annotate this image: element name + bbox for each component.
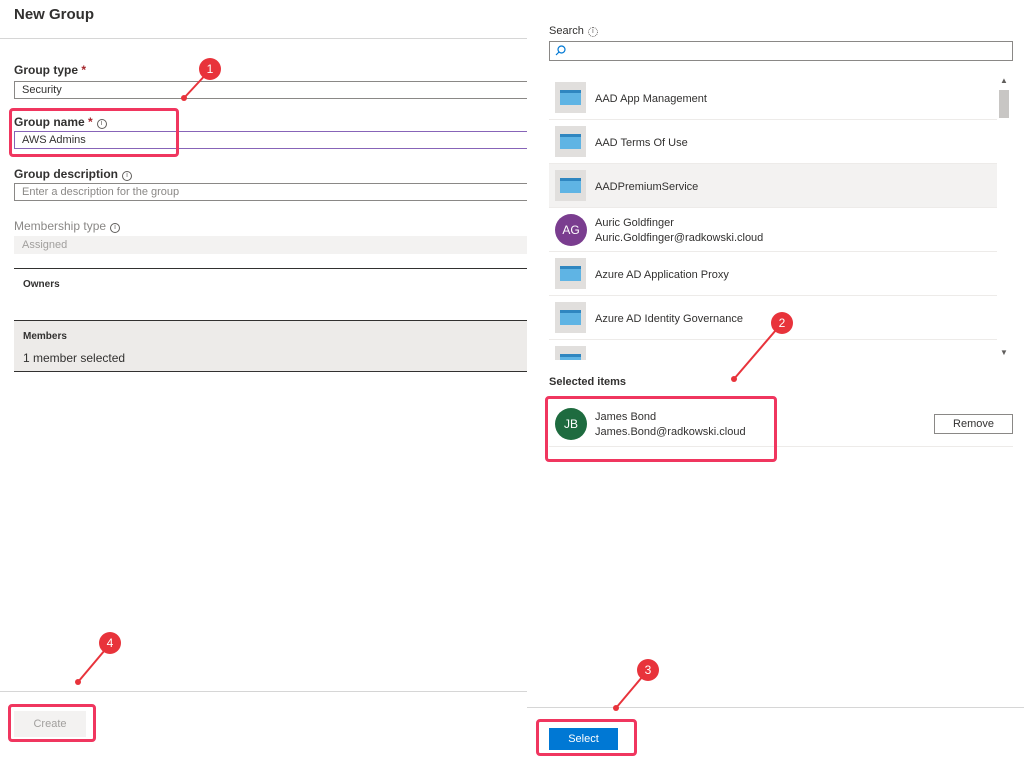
group-type-dropdown[interactable]: Security (14, 81, 528, 99)
info-icon[interactable]: i (587, 27, 598, 37)
app-icon (555, 170, 586, 201)
annotation-box-selected-item (545, 396, 777, 462)
annotation-box-select (536, 719, 637, 756)
search-label-text: Search (549, 25, 584, 37)
group-description-label: Group description i (14, 167, 133, 181)
membership-type-label-text: Membership type (14, 219, 107, 233)
members-title: Members (23, 331, 67, 342)
search-label: Search i (549, 25, 598, 37)
group-description-input[interactable]: Enter a description for the group (14, 183, 528, 201)
annotation-dot (613, 705, 619, 711)
group-description-label-text: Group description (14, 167, 119, 181)
annotation-box-create (8, 704, 96, 742)
app-icon (555, 82, 586, 113)
annotation-dot (75, 679, 81, 685)
remove-button[interactable]: Remove (934, 414, 1013, 434)
search-input[interactable] (549, 41, 1013, 61)
list-item[interactable]: AAD App Management (549, 76, 997, 120)
search-icon (555, 45, 566, 56)
title-divider (0, 38, 527, 39)
members-divider (14, 320, 528, 321)
annotation-box-group-name (9, 108, 179, 157)
app-icon (555, 258, 586, 289)
list-item-email: Auric.Goldfinger@radkowski.cloud (595, 232, 764, 244)
list-item[interactable]: AG Auric Goldfinger Auric.Goldfinger@rad… (549, 208, 997, 252)
app-icon (555, 302, 586, 333)
membership-type-dropdown: Assigned (14, 236, 528, 254)
annotation-badge-2: 2 (771, 312, 793, 334)
list-item-name: Azure AD Application Proxy (595, 269, 729, 281)
annotation-badge-1: 1 (199, 58, 221, 80)
footer-divider (0, 691, 527, 692)
scroll-thumb[interactable] (999, 90, 1009, 118)
info-icon[interactable]: i (110, 223, 121, 233)
list-scrollbar[interactable]: ▲ ▼ (997, 76, 1011, 360)
scroll-up-icon[interactable]: ▲ (999, 76, 1009, 86)
app-icon (555, 346, 586, 360)
app-icon (555, 126, 586, 157)
footer-divider (527, 707, 1024, 708)
info-icon[interactable]: i (122, 171, 133, 181)
list-item-name: Azure AD Identity Governance (595, 313, 743, 325)
list-item-name: Auric Goldfinger (595, 217, 674, 229)
annotation-badge-3: 3 (637, 659, 659, 681)
list-item-name: AAD App Management (595, 93, 707, 105)
screenshot-root: New Group Group type * Security Group na… (0, 0, 1024, 757)
list-item-name: AADPremiumService (595, 181, 699, 193)
page-title: New Group (14, 6, 95, 23)
members-count: 1 member selected (23, 351, 126, 365)
avatar: AG (555, 214, 587, 246)
required-asterisk: * (81, 63, 87, 77)
owners-divider (14, 268, 528, 269)
list-item[interactable] (549, 340, 997, 360)
membership-type-label: Membership type i (14, 219, 121, 233)
list-item[interactable]: AAD Terms Of Use (549, 120, 997, 164)
add-members-panel: Search i AAD App Management AAD Terms Of … (527, 0, 1024, 757)
group-type-label: Group type * (14, 63, 86, 77)
group-type-label-text: Group type (14, 63, 79, 77)
selected-items-title: Selected items (549, 376, 627, 388)
owners-title[interactable]: Owners (23, 279, 60, 290)
annotation-dot (731, 376, 737, 382)
list-item[interactable]: AADPremiumService (549, 164, 997, 208)
list-item-name: AAD Terms Of Use (595, 137, 688, 149)
scroll-down-icon[interactable]: ▼ (999, 348, 1009, 358)
annotation-dot (181, 95, 187, 101)
list-item[interactable]: Azure AD Application Proxy (549, 252, 997, 296)
annotation-badge-4: 4 (99, 632, 121, 654)
